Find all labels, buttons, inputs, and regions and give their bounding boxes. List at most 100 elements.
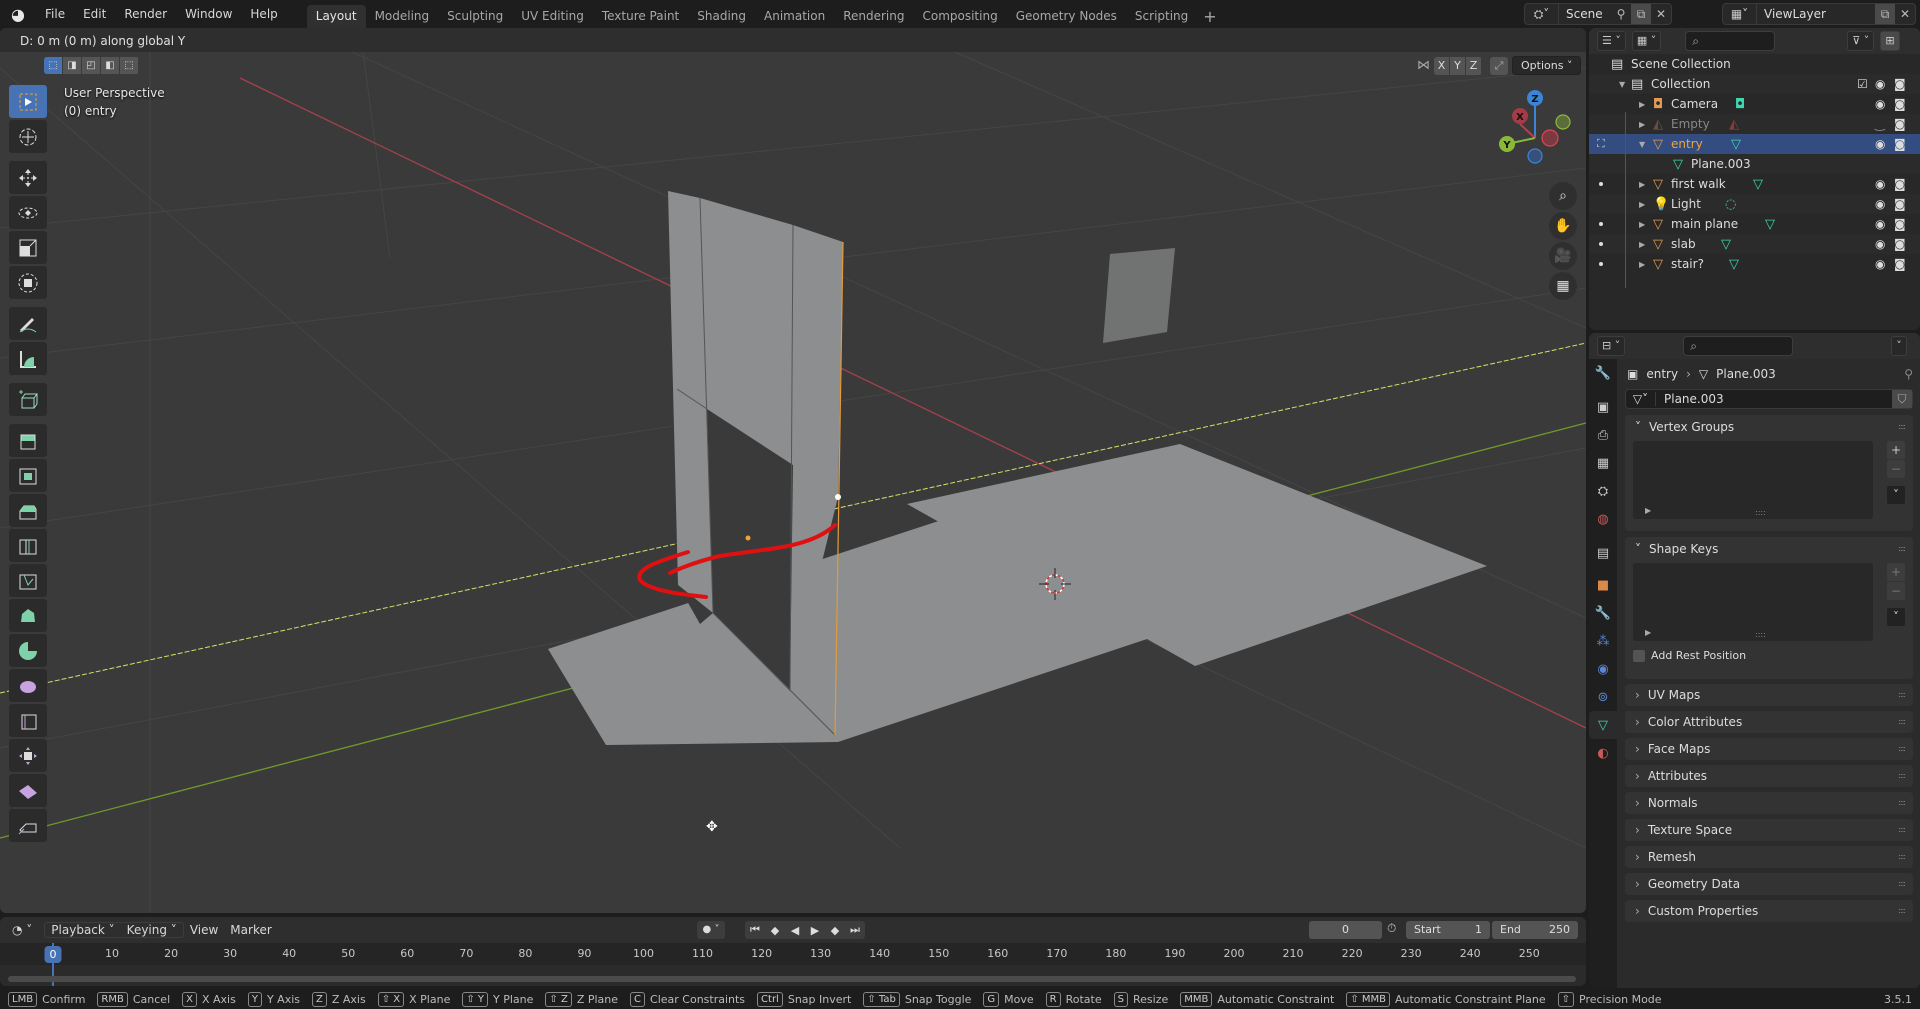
breadcrumb-object[interactable]: entry	[1646, 367, 1678, 381]
particles-tab-icon[interactable]: ⁂	[1589, 627, 1617, 655]
tool-tab-icon[interactable]: 🔧	[1589, 359, 1617, 387]
select-new-icon[interactable]: ⬚	[44, 57, 63, 74]
modifier-tab-icon[interactable]: 🔧	[1589, 599, 1617, 627]
mirror-icon[interactable]: ⋈	[1417, 58, 1430, 73]
tab-shading[interactable]: Shading	[688, 5, 755, 28]
drag-handle-icon[interactable]: ::::	[1898, 906, 1906, 915]
jump-start-icon[interactable]: ⏮	[745, 923, 765, 937]
display-mode-dropdown[interactable]: ▦ ˅	[1631, 31, 1662, 51]
panel-custom-properties[interactable]: › Custom Properties::::	[1625, 900, 1913, 922]
mesh-data-icon[interactable]: ▽	[1729, 257, 1739, 272]
add-workspace-button[interactable]: +	[1197, 5, 1222, 28]
drag-handle-icon[interactable]: ::::	[1898, 717, 1906, 726]
add-vertex-group-button[interactable]: +	[1887, 441, 1905, 459]
expand-icon[interactable]: ▶	[1639, 100, 1645, 109]
exclude-checkbox[interactable]: ☑	[1857, 77, 1868, 91]
render-camera-icon[interactable]: ◙	[1894, 237, 1906, 251]
filter-dropdown[interactable]: ⊽ ˅	[1847, 31, 1875, 51]
visibility-eye-icon[interactable]: ◉	[1875, 177, 1885, 191]
camera-data-icon[interactable]: ◘	[1735, 97, 1745, 112]
render-camera-icon[interactable]: ◙	[1894, 117, 1906, 131]
edge-slide-tool[interactable]	[9, 704, 47, 737]
poly-build-tool[interactable]	[9, 599, 47, 632]
tab-geometry-nodes[interactable]: Geometry Nodes	[1007, 5, 1126, 28]
marker-menu[interactable]: Marker	[224, 923, 277, 937]
select-invert-icon[interactable]: ◧	[101, 57, 120, 74]
mesh-data-icon[interactable]: ▽	[1721, 237, 1731, 252]
delete-scene-button[interactable]: ✕	[1651, 4, 1671, 24]
edit-mode-icon[interactable]: ⛶	[1597, 137, 1605, 151]
select-subtract-icon[interactable]: ◰	[82, 57, 101, 74]
playback-menu[interactable]: Playback ˅	[45, 923, 120, 937]
list-resize-grip[interactable]: ::::	[1755, 508, 1766, 517]
frame-ruler[interactable]: 10 20 30 40 50 60 70 80 90 100 110 120 130 140 150 160 1…	[0, 943, 1586, 965]
visibility-eye-icon[interactable]: ◉	[1875, 137, 1885, 151]
outliner-item-camera[interactable]: ▶ ◘ Camera ◘ ◉ ◙	[1589, 94, 1920, 114]
view-layer-tab-icon[interactable]: ▦	[1589, 449, 1617, 477]
collapse-icon[interactable]: ▼	[1639, 140, 1645, 149]
edit-mode-dot[interactable]	[1599, 242, 1603, 246]
mesh-browse-icon[interactable]: ▽˅	[1626, 392, 1656, 406]
expand-icon[interactable]: ▶	[1639, 220, 1645, 229]
outliner-item-first-walk[interactable]: ▶ ▽ first walk ▽ ◉ ◙	[1589, 174, 1920, 194]
jump-end-icon[interactable]: ⏭	[845, 923, 865, 937]
new-collection-button[interactable]: ⊞	[1880, 31, 1900, 51]
loop-cut-tool[interactable]	[9, 529, 47, 562]
spin-tool[interactable]	[9, 634, 47, 667]
panel-normals[interactable]: › Normals::::	[1625, 792, 1913, 814]
expand-icon[interactable]: ▼	[1619, 80, 1625, 89]
collection-tab-icon[interactable]: ▤	[1589, 539, 1617, 567]
drag-handle-icon[interactable]: ::::	[1898, 879, 1906, 888]
add-rest-position-row[interactable]: Add Rest Position	[1633, 649, 1746, 662]
scene-tab-icon[interactable]: ⛭	[1589, 477, 1617, 505]
outliner-item-entry[interactable]: ▼ ▽ entry ▽ ◉ ◙ ⛶	[1589, 134, 1920, 154]
remove-shape-key-button[interactable]: −	[1887, 582, 1905, 600]
drag-handle-icon[interactable]: ::::	[1898, 771, 1906, 780]
tab-animation[interactable]: Animation	[755, 5, 834, 28]
output-tab-icon[interactable]: ⎙	[1589, 421, 1617, 449]
timeline-scrollbar[interactable]	[8, 976, 1576, 982]
playhead-frame[interactable]: 0	[44, 946, 62, 963]
viewlayer-selector[interactable]: ▦˅ ViewLayer ⧉ ✕	[1722, 3, 1916, 25]
outliner-search-input[interactable]: ⌕	[1685, 31, 1776, 51]
pin-icon[interactable]: ⚲	[1904, 367, 1913, 381]
knife-tool[interactable]	[9, 564, 47, 597]
add-rest-position-checkbox[interactable]	[1633, 649, 1645, 662]
panel-color-attributes[interactable]: › Color Attributes::::	[1625, 711, 1913, 733]
play-reverse-icon[interactable]: ◀	[785, 924, 805, 937]
physics-tab-icon[interactable]: ◉	[1589, 655, 1617, 683]
fake-user-shield-icon[interactable]: ⛉	[1892, 390, 1912, 408]
measure-tool[interactable]	[9, 342, 47, 375]
outliner-item-main-plane[interactable]: ▶ ▽ main plane ▽ ◉ ◙	[1589, 214, 1920, 234]
scene-collection-row[interactable]: ▤ Scene Collection	[1589, 54, 1920, 74]
camera-view-icon[interactable]: 🎥	[1549, 242, 1577, 270]
panel-remesh[interactable]: › Remesh::::	[1625, 846, 1913, 868]
mirror-y-button[interactable]: Y	[1450, 56, 1466, 75]
bevel-tool[interactable]	[9, 494, 47, 527]
viewport-scene[interactable]: ✥ Z X Y	[0, 28, 1586, 913]
cursor-tool[interactable]	[9, 120, 47, 153]
shape-keys-list[interactable]: ▶ ::::	[1633, 563, 1873, 641]
view-menu[interactable]: View	[184, 923, 224, 937]
edit-mode-dot[interactable]	[1599, 182, 1603, 186]
start-frame-field[interactable]: Start 1	[1406, 921, 1490, 939]
mesh-data-icon[interactable]: ▽	[1753, 177, 1763, 192]
panel-face-maps[interactable]: › Face Maps::::	[1625, 738, 1913, 760]
add-shape-key-button[interactable]: +	[1887, 563, 1905, 581]
options-dropdown[interactable]: Options ˅	[1512, 56, 1582, 75]
shear-tool[interactable]	[9, 774, 47, 807]
scale-tool[interactable]	[9, 231, 47, 264]
tab-texture-paint[interactable]: Texture Paint	[593, 5, 688, 28]
render-camera-icon[interactable]: ◙	[1894, 77, 1906, 91]
mesh-data-icon[interactable]: ▽	[1731, 137, 1741, 152]
expand-icon[interactable]: ▶	[1639, 260, 1645, 269]
outliner-editor-type[interactable]: ☰ ˅	[1597, 31, 1626, 51]
mirror-x-button[interactable]: X	[1434, 56, 1450, 75]
drag-handle-icon[interactable]: ::::	[1898, 422, 1906, 431]
expand-icon[interactable]: ▶	[1639, 240, 1645, 249]
constraints-tab-icon[interactable]: ⊚	[1589, 683, 1617, 711]
menu-render[interactable]: Render	[115, 0, 176, 28]
auto-merge-icon[interactable]: ⤢	[1490, 56, 1508, 75]
panel-uv-maps[interactable]: › UV Maps::::	[1625, 684, 1913, 706]
panel-attributes[interactable]: › Attributes::::	[1625, 765, 1913, 787]
